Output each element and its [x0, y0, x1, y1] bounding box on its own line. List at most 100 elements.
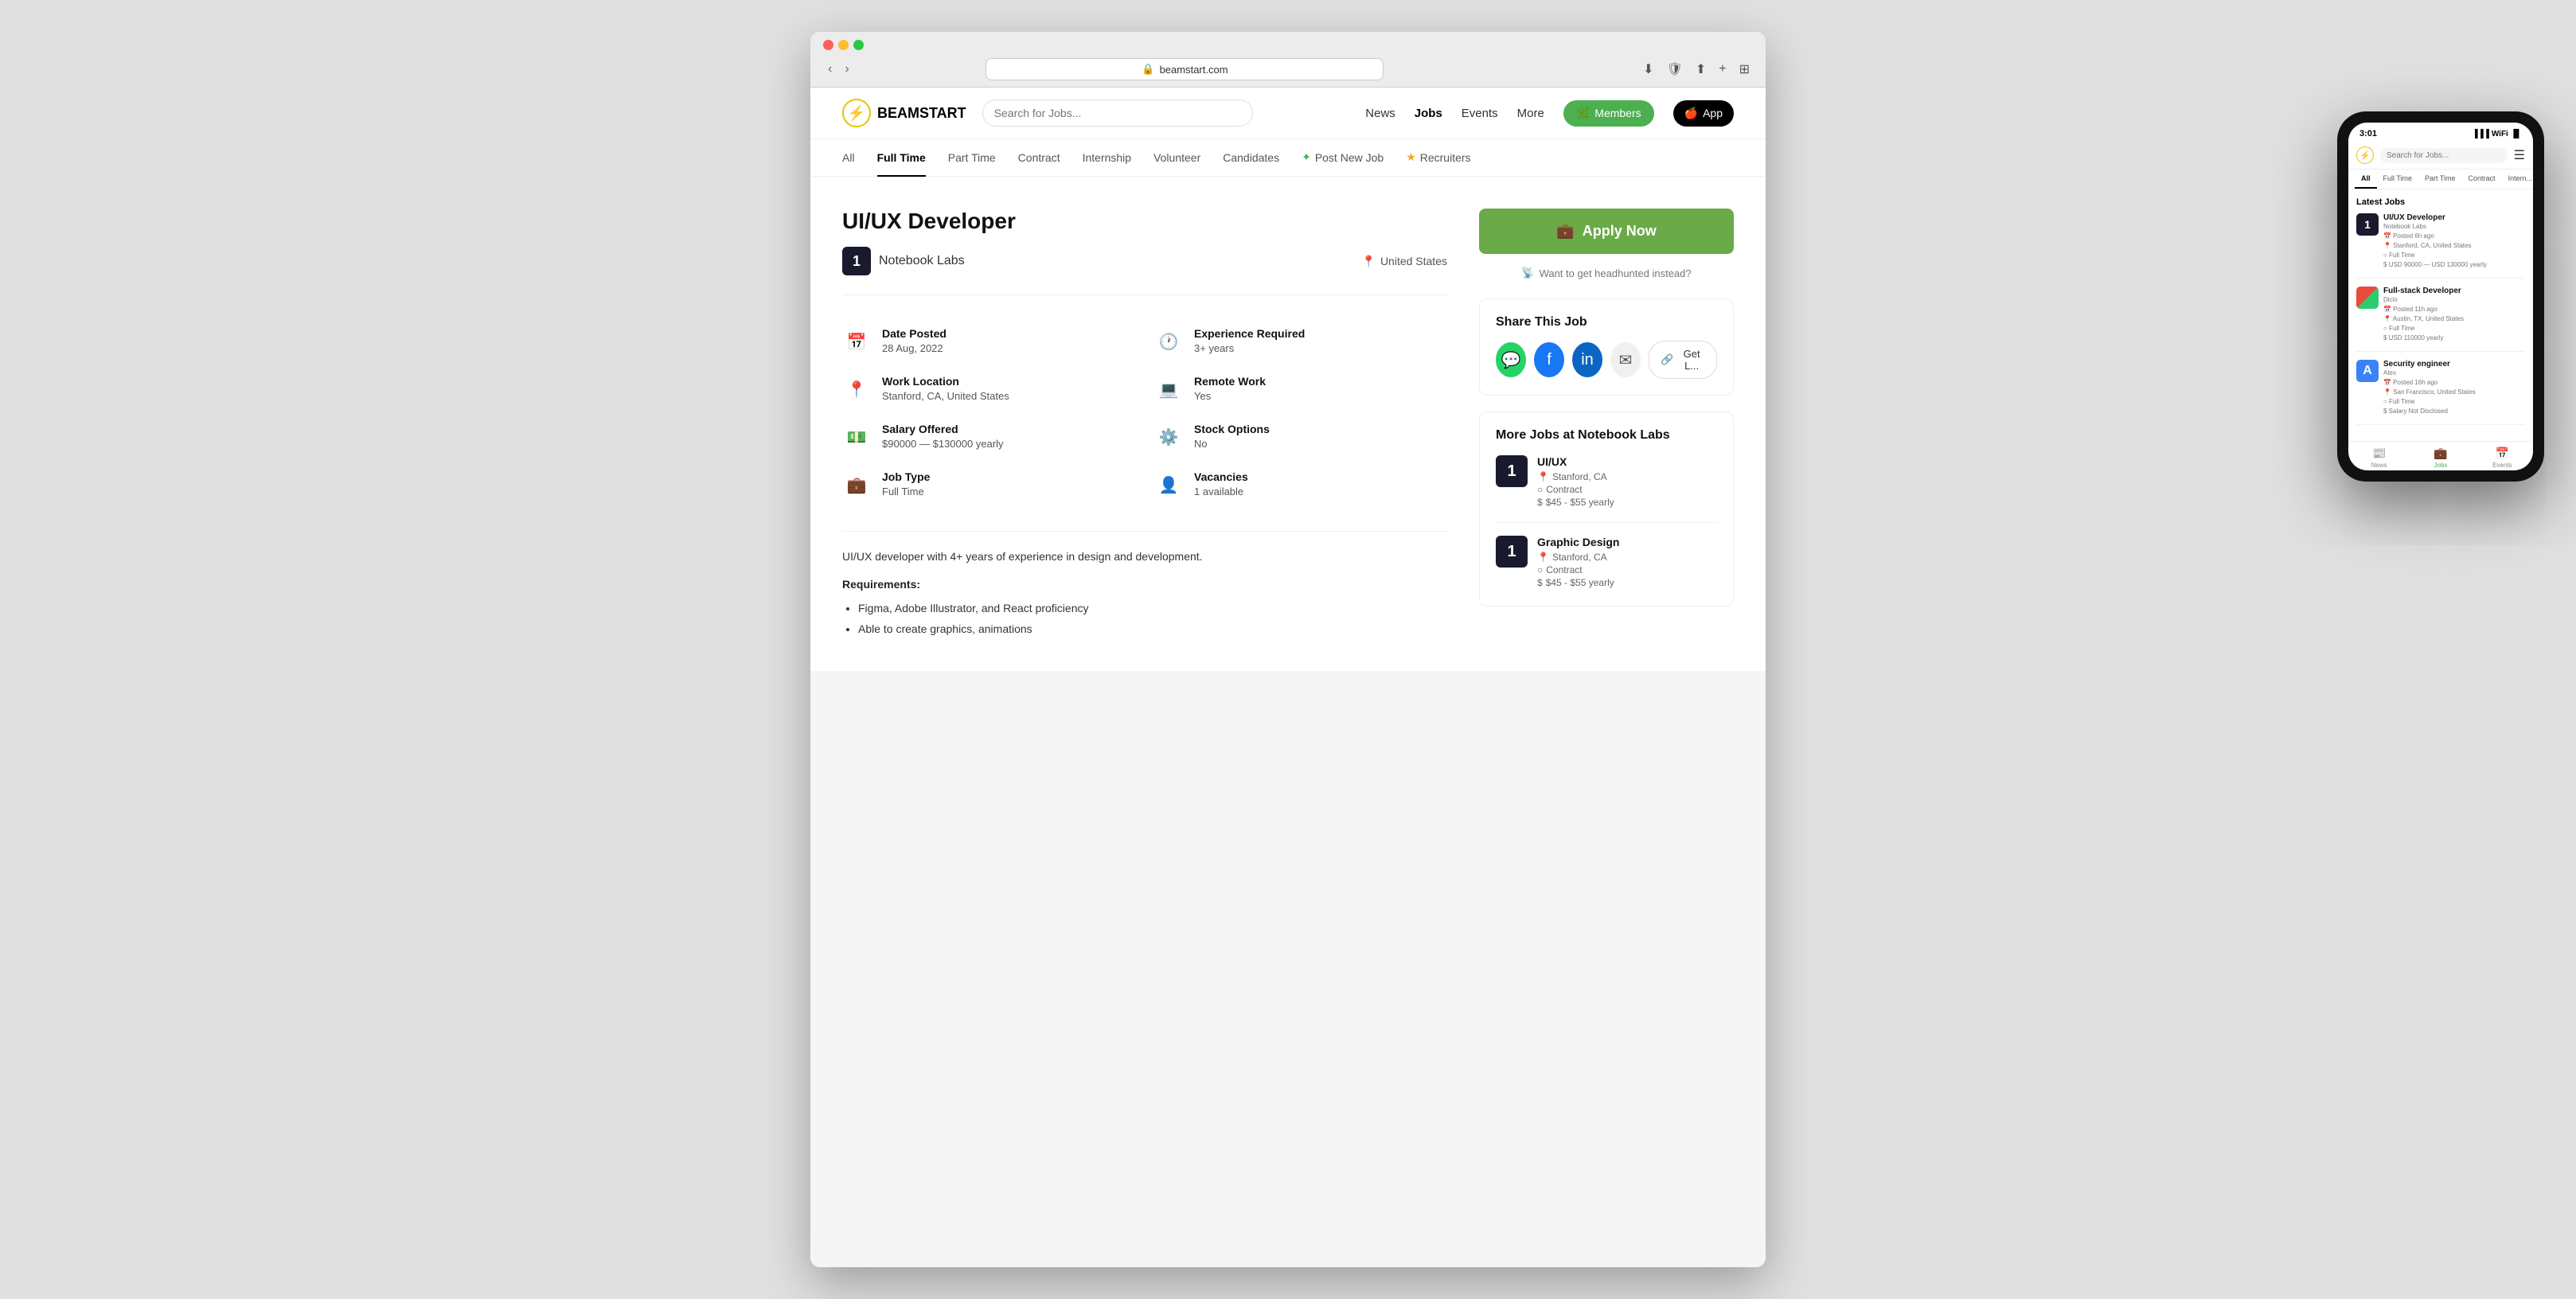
- mini-job-1[interactable]: 1 UI/UX 📍 Stanford, CA ○ Contract: [1496, 455, 1717, 523]
- phone-mockup: 3:01 ▐▐▐ WiFi ▐▌ ⚡ ☰ All Full Time: [2337, 111, 2544, 482]
- requirements-list: Figma, Adobe Illustrator, and React prof…: [842, 599, 1447, 638]
- events-bottom-icon: 📅: [2496, 447, 2509, 460]
- location-info: 📍 United States: [1362, 255, 1448, 268]
- close-button[interactable]: [823, 40, 833, 50]
- whatsapp-icon: 💬: [1501, 350, 1521, 370]
- tab-all[interactable]: All: [842, 140, 855, 177]
- back-button[interactable]: ‹: [823, 59, 837, 80]
- address-bar[interactable]: 🔒 beamstart.com: [986, 58, 1384, 80]
- app-button[interactable]: 🍎 App: [1673, 100, 1734, 127]
- vacancies-label: Vacancies: [1194, 470, 1248, 483]
- salary-value: $90000 — $130000 yearly: [882, 438, 1004, 450]
- mini-job-info-2: Graphic Design 📍 Stanford, CA ○ Contract…: [1537, 536, 1619, 590]
- phone-bottom-events[interactable]: 📅 Events: [2472, 447, 2533, 469]
- date-posted-value: 28 Aug, 2022: [882, 342, 946, 354]
- phone-job-info-1: UI/UX Developer Notebook Labs 📅 Posted 6…: [2383, 213, 2487, 270]
- forward-button[interactable]: ›: [840, 59, 853, 80]
- tab-fulltime[interactable]: Full Time: [877, 140, 926, 177]
- company-location-row: 1 Notebook Labs 📍 United States: [842, 247, 1447, 275]
- nav-jobs[interactable]: Jobs: [1415, 107, 1442, 120]
- location-mini-icon-1: 📍: [1537, 471, 1549, 482]
- share-card: Share This Job 💬 f in: [1479, 298, 1734, 396]
- phone-tab-contract[interactable]: Contract: [2462, 170, 2502, 189]
- linkedin-share-button[interactable]: in: [1572, 342, 1602, 377]
- tab-volunteer[interactable]: Volunteer: [1153, 140, 1200, 177]
- mini-job-2[interactable]: 1 Graphic Design 📍 Stanford, CA ○ Contra…: [1496, 536, 1717, 590]
- wifi-icon: WiFi: [2492, 130, 2508, 138]
- mini-job-salary-1: $ $45 - $55 yearly: [1537, 497, 1614, 508]
- requirement-1: Figma, Adobe Illustrator, and React prof…: [858, 599, 1447, 618]
- get-link-button[interactable]: 🔗 Get L...: [1649, 341, 1717, 379]
- phone-job-title-2: Full-stack Developer: [2383, 287, 2464, 295]
- phone-job-logo-1: 1: [2356, 213, 2379, 236]
- phone-job-logo-3: A: [2356, 360, 2379, 382]
- salary-mini-icon-2: $: [1537, 577, 1543, 588]
- phone-tab-internship[interactable]: Intern...: [2502, 170, 2533, 189]
- job-type-label: Job Type: [882, 470, 930, 483]
- tab-recruiters[interactable]: ★ Recruiters: [1406, 139, 1470, 177]
- email-share-button[interactable]: ✉: [1610, 342, 1641, 377]
- requirement-2: Able to create graphics, animations: [858, 619, 1447, 639]
- phone-bottom-jobs[interactable]: 💼 Jobs: [2410, 447, 2471, 469]
- briefcase-icon: 💼: [842, 470, 871, 499]
- mini-logo-2: 1: [1496, 536, 1528, 568]
- company-name: Notebook Labs: [879, 254, 965, 268]
- job-sidebar: 💼 Apply Now 📡 Want to get headhunted ins…: [1479, 209, 1734, 639]
- phone-bottom-news[interactable]: 📰 News: [2348, 447, 2410, 469]
- share-icon[interactable]: ⬆: [1692, 58, 1709, 80]
- more-jobs-title: More Jobs at Notebook Labs: [1496, 428, 1717, 443]
- phone-job-3[interactable]: A Security engineer Atex 📅 Posted 16h ag…: [2356, 360, 2525, 425]
- nav-events[interactable]: Events: [1462, 107, 1498, 120]
- mini-job-type-1: ○ Contract: [1537, 484, 1614, 495]
- phone-job-2[interactable]: Full-stack Developer Diclo 📅 Posted 11h …: [2356, 287, 2525, 352]
- phone-menu-icon[interactable]: ☰: [2514, 147, 2525, 163]
- job-description: UI/UX developer with 4+ years of experie…: [842, 531, 1447, 639]
- phone-bottom-nav: 📰 News 💼 Jobs 📅 Events: [2348, 441, 2533, 470]
- apply-icon: 💼: [1556, 223, 1574, 240]
- phone-tabs: All Full Time Part Time Contract Intern.…: [2348, 170, 2533, 189]
- url-text: beamstart.com: [1160, 64, 1228, 76]
- stock-label: Stock Options: [1194, 423, 1270, 435]
- facebook-share-button[interactable]: f: [1534, 342, 1564, 377]
- stock-value: No: [1194, 438, 1270, 450]
- maximize-button[interactable]: [853, 40, 864, 50]
- salary-icon: 💵: [842, 423, 871, 451]
- nav-more[interactable]: More: [1517, 107, 1544, 120]
- phone-search-input[interactable]: [2380, 148, 2508, 163]
- minimize-button[interactable]: [838, 40, 849, 50]
- download-icon[interactable]: ⬇: [1640, 58, 1657, 80]
- salary-mini-icon-1: $: [1537, 497, 1543, 508]
- apply-now-button[interactable]: 💼 Apply Now: [1479, 209, 1734, 254]
- share-title: Share This Job: [1496, 315, 1717, 330]
- search-input[interactable]: [982, 99, 1253, 127]
- tab-internship[interactable]: Internship: [1083, 140, 1131, 177]
- tab-candidates[interactable]: Candidates: [1223, 140, 1279, 177]
- salary-item: 💵 Salary Offered $90000 — $130000 yearly: [842, 423, 1135, 451]
- phone-tab-fulltime[interactable]: Full Time: [2377, 170, 2419, 189]
- date-posted-label: Date Posted: [882, 327, 946, 340]
- grid-icon[interactable]: ⊞: [1736, 58, 1753, 80]
- phone-tab-parttime[interactable]: Part Time: [2418, 170, 2462, 189]
- news-bottom-icon: 📰: [2372, 447, 2386, 460]
- whatsapp-share-button[interactable]: 💬: [1496, 342, 1526, 377]
- phone-tab-all[interactable]: All: [2355, 170, 2377, 189]
- apple-icon: 🍎: [1684, 107, 1698, 120]
- nav-news[interactable]: News: [1365, 107, 1395, 120]
- tab-contract[interactable]: Contract: [1018, 140, 1060, 177]
- tab-parttime[interactable]: Part Time: [948, 140, 996, 177]
- phone-job-1[interactable]: 1 UI/UX Developer Notebook Labs 📅 Posted…: [2356, 213, 2525, 279]
- add-tab-icon[interactable]: +: [1715, 59, 1729, 80]
- phone-time: 3:01: [2359, 129, 2377, 138]
- members-button[interactable]: 🌿 Members: [1563, 100, 1654, 127]
- shield-icon[interactable]: 🛡: [1664, 58, 1686, 80]
- logo[interactable]: ⚡ BEAMSTART: [842, 99, 966, 127]
- location-text: United States: [1380, 255, 1447, 267]
- calendar-icon: 📅: [842, 327, 871, 356]
- description-text: UI/UX developer with 4+ years of experie…: [842, 548, 1447, 565]
- phone-top-nav: ⚡ ☰: [2348, 142, 2533, 170]
- tab-post-job[interactable]: ✦ Post New Job: [1302, 139, 1384, 177]
- company-logo: 1: [842, 247, 871, 275]
- requirements-title: Requirements:: [842, 578, 1447, 591]
- phone-job-info-3: Security engineer Atex 📅 Posted 16h ago …: [2383, 360, 2476, 416]
- share-buttons: 💬 f in ✉: [1496, 341, 1717, 379]
